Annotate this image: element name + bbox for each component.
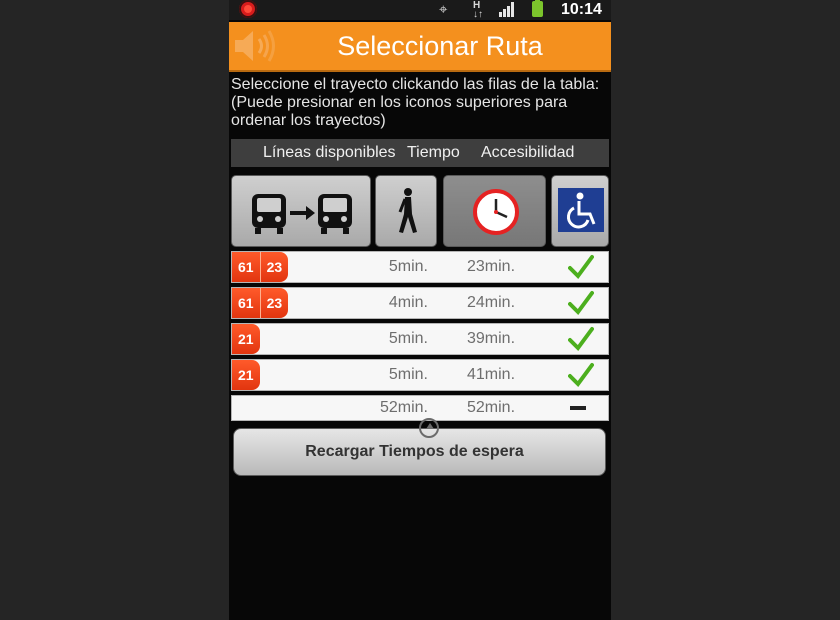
route-row[interactable]: 21 5min. 39min. bbox=[231, 323, 609, 355]
line-badges: 61 23 bbox=[232, 288, 289, 318]
line-badges: 61 23 bbox=[232, 252, 289, 282]
accessible-check-icon bbox=[568, 363, 594, 388]
title-bar: Seleccionar Ruta bbox=[229, 22, 611, 72]
sort-by-time-button[interactable] bbox=[443, 175, 546, 247]
instructions-line-2: (Puede presionar en los iconos superiore… bbox=[231, 94, 568, 129]
total-time: 52min. bbox=[467, 399, 516, 416]
line-badge: 23 bbox=[260, 288, 289, 318]
line-badge: 61 bbox=[232, 288, 261, 318]
table-header: Líneas disponibles Tiempo Accesibilidad bbox=[231, 139, 609, 167]
status-clock: 10:14 bbox=[561, 1, 602, 18]
scroll-handle-icon[interactable] bbox=[419, 418, 439, 438]
route-row[interactable]: 61 23 4min. 24min. bbox=[231, 287, 609, 319]
status-bar: ⌖ H ↓↑ 10:14 bbox=[229, 0, 611, 20]
route-row[interactable]: 61 23 5min. 23min. bbox=[231, 251, 609, 283]
line-badge: 23 bbox=[260, 252, 289, 282]
wheelchair-icon bbox=[558, 188, 604, 232]
line-badge: 21 bbox=[232, 324, 260, 354]
phone-screen: ⌖ H ↓↑ 10:14 Seleccionar Ruta Seleccione … bbox=[229, 0, 611, 620]
sort-by-walk-button[interactable] bbox=[375, 175, 437, 247]
accessible-check-icon bbox=[568, 255, 594, 280]
record-indicator-icon bbox=[239, 0, 257, 18]
line-badge: 61 bbox=[232, 252, 261, 282]
accessible-check-icon bbox=[568, 327, 594, 352]
total-time: 41min. bbox=[467, 366, 516, 383]
network-type-icon: H ↓↑ bbox=[473, 0, 483, 20]
line-badge: 21 bbox=[232, 360, 260, 390]
walk-time: 4min. bbox=[388, 294, 428, 311]
header-accessibility: Accesibilidad bbox=[481, 144, 575, 161]
header-lines: Líneas disponibles bbox=[263, 144, 396, 161]
sort-by-lines-button[interactable] bbox=[231, 175, 371, 247]
walk-time: 5min. bbox=[388, 366, 428, 383]
network-type-label: H bbox=[473, 0, 481, 11]
reload-button-label: Recargar Tiempos de espera bbox=[305, 443, 524, 460]
walk-time: 52min. bbox=[379, 399, 428, 416]
not-accessible-dash-icon bbox=[570, 406, 586, 410]
total-time: 23min. bbox=[467, 258, 516, 275]
gps-icon: ⌖ bbox=[439, 1, 448, 18]
clock-icon bbox=[473, 189, 519, 235]
header-time: Tiempo bbox=[407, 144, 460, 161]
reload-wait-times-button[interactable]: Recargar Tiempos de espera bbox=[233, 428, 606, 476]
instructions-text: Seleccione el trayecto clickando las fil… bbox=[231, 76, 609, 130]
route-row[interactable]: 21 5min. 41min. bbox=[231, 359, 609, 391]
total-time: 39min. bbox=[467, 330, 516, 347]
walk-time: 5min. bbox=[388, 330, 428, 347]
accessible-check-icon bbox=[568, 291, 594, 316]
walking-person-icon bbox=[398, 188, 417, 233]
walk-time: 5min. bbox=[388, 258, 428, 275]
signal-strength-icon bbox=[499, 1, 517, 17]
instructions-line-1: Seleccione el trayecto clickando las fil… bbox=[231, 76, 600, 93]
total-time: 24min. bbox=[467, 294, 516, 311]
line-badges: 21 bbox=[232, 324, 260, 354]
line-badges: 21 bbox=[232, 360, 260, 390]
battery-icon bbox=[532, 0, 543, 17]
page-title: Seleccionar Ruta bbox=[337, 31, 543, 61]
bus-transfer-icon bbox=[252, 194, 352, 234]
route-row-walk-only[interactable]: 52min. 52min. bbox=[231, 395, 609, 421]
sort-by-accessibility-button[interactable] bbox=[551, 175, 609, 247]
sort-buttons bbox=[231, 175, 609, 247]
